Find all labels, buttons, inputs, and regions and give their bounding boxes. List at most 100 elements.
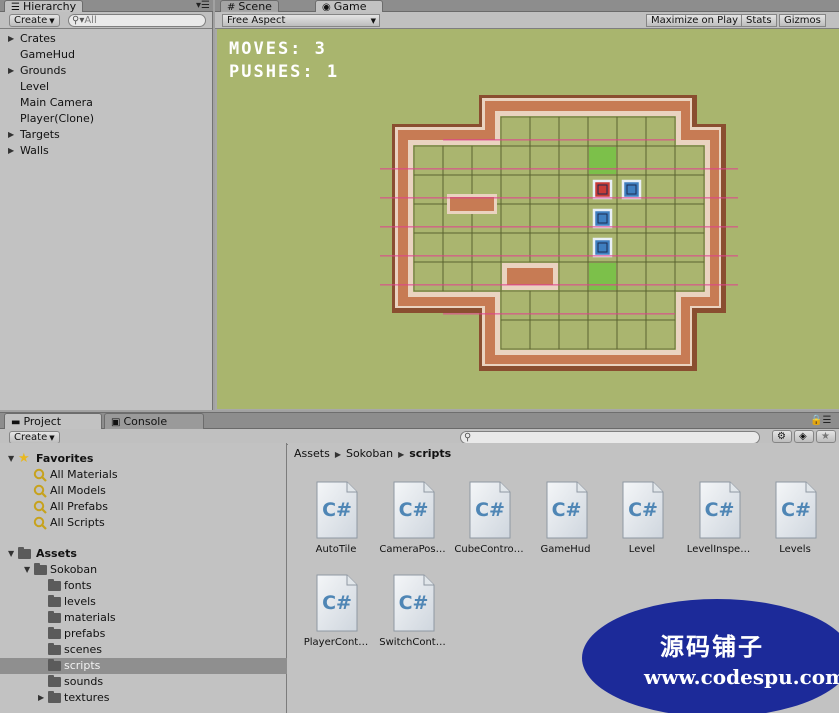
folder-item-textures[interactable]: ▶ textures: [0, 690, 287, 706]
floor-tile: [645, 174, 676, 205]
stats-button[interactable]: Stats: [741, 14, 777, 27]
floor-tile: [558, 116, 589, 147]
favorite-item[interactable]: All Models: [0, 483, 287, 499]
floor-tile: [674, 232, 705, 263]
csharp-badge: C#: [475, 499, 505, 521]
expand-arrow-icon[interactable]: ▶: [8, 63, 14, 79]
favorite-item[interactable]: All Scripts: [0, 515, 287, 531]
expand-arrow-icon[interactable]: ▼: [24, 562, 30, 578]
expand-arrow-icon[interactable]: ▶: [8, 143, 14, 159]
gizmos-button[interactable]: Gizmos: [779, 14, 826, 27]
floor-tile: [500, 232, 531, 263]
csharp-badge: C#: [398, 499, 429, 521]
csharp-badge: C#: [781, 499, 811, 521]
sokoban-folder[interactable]: ▼ Sokoban: [0, 562, 287, 578]
hierarchy-panel: ☰ Hierarchy ▾☰ Create ▼ ⚲▾All ▶ Crates GameH…: [0, 0, 213, 410]
floor-tile: [500, 116, 531, 147]
folder-icon: [48, 579, 61, 591]
favorite-item[interactable]: All Materials: [0, 467, 287, 483]
breadcrumb-item[interactable]: Assets: [294, 447, 330, 460]
hierarchy-item[interactable]: Level: [0, 79, 212, 95]
lock-icon[interactable]: 🔒☰: [810, 415, 831, 426]
floor-tile: [442, 261, 473, 292]
tab-console[interactable]: ▣ Console: [104, 413, 204, 430]
folder-icon: [48, 611, 61, 623]
csharp-script-icon: C#: [393, 574, 435, 632]
game-viewport[interactable]: MOVES: 3 PUSHES: 1: [217, 29, 839, 409]
blue-crate: [592, 237, 613, 258]
floor-tile: [500, 203, 531, 234]
game-toolbar: Free Aspect ▼ Maximize on Play Stats Giz…: [215, 12, 839, 29]
hierarchy-item[interactable]: Main Camera: [0, 95, 212, 111]
script-asset[interactable]: C# AutoTile: [298, 481, 374, 567]
breadcrumb-item[interactable]: Sokoban: [346, 447, 393, 460]
filter-by-label-icon[interactable]: ◈: [794, 430, 814, 443]
asset-name: GameHud: [540, 544, 591, 555]
game-panel: # Scene ◉ Game Free Aspect ▼ Maximize on P…: [215, 0, 839, 410]
script-asset[interactable]: C# GameHud: [528, 481, 604, 567]
hierarchy-item[interactable]: ▶ Targets: [0, 127, 212, 143]
aspect-label: Free Aspect: [227, 15, 286, 26]
folder-item-sounds[interactable]: sounds: [0, 674, 287, 690]
maximize-on-play-button[interactable]: Maximize on Play: [646, 14, 744, 27]
asset-name: Levels: [779, 544, 811, 555]
folder-item-levels-label: levels: [64, 595, 96, 608]
folder-item-levels[interactable]: levels: [0, 594, 287, 610]
script-asset[interactable]: C# Levels: [757, 481, 833, 567]
hierarchy-item[interactable]: ▶ Crates: [0, 31, 212, 47]
expand-arrow-icon[interactable]: ▶: [38, 690, 44, 706]
script-asset[interactable]: C# SwitchCont…: [375, 574, 451, 660]
floor-tile: [413, 174, 444, 205]
script-asset[interactable]: C# CubeContro…: [451, 481, 527, 567]
filter-by-type-icon[interactable]: ⚙: [772, 430, 792, 443]
expand-arrow-icon[interactable]: ▼: [8, 451, 14, 467]
watermark-title: 源码铺子: [660, 633, 764, 661]
assets-header-label: Assets: [36, 547, 77, 560]
aspect-dropdown[interactable]: Free Aspect ▼: [222, 14, 380, 27]
floor-tile: [616, 203, 647, 234]
folder-icon: [48, 691, 61, 703]
hierarchy-item[interactable]: ▶ Grounds: [0, 63, 212, 79]
script-asset[interactable]: C# CameraPos…: [375, 481, 451, 567]
floor-tile: [616, 319, 647, 350]
hierarchy-create-button[interactable]: Create ▼: [9, 14, 60, 27]
favorite-item[interactable]: All Prefabs: [0, 499, 287, 515]
assets-header[interactable]: ▼ Assets: [0, 546, 287, 562]
folder-item-fonts[interactable]: fonts: [0, 578, 287, 594]
hierarchy-toolbar: Create ▼ ⚲▾All: [0, 12, 212, 29]
folder-item-prefabs[interactable]: prefabs: [0, 626, 287, 642]
hierarchy-item[interactable]: GameHud: [0, 47, 212, 63]
chevron-down-icon: ▼: [370, 17, 376, 25]
folder-item-textures-label: textures: [64, 691, 110, 704]
tab-project-label: Project: [23, 415, 62, 428]
floor-tile: [587, 116, 618, 147]
floor-tile: [616, 116, 647, 147]
script-asset[interactable]: C# Level: [604, 481, 680, 567]
script-asset[interactable]: C# LevelInspe…: [681, 481, 757, 567]
expand-arrow-icon[interactable]: ▼: [8, 546, 14, 562]
favorite-star-icon[interactable]: ★: [816, 430, 836, 443]
expand-arrow-icon[interactable]: ▶: [8, 127, 14, 143]
favorites-header[interactable]: ▼ ★ Favorites: [0, 451, 287, 467]
folder-item-materials[interactable]: materials: [0, 610, 287, 626]
breadcrumb-item[interactable]: scripts: [409, 447, 451, 460]
folder-icon: [48, 659, 61, 671]
search-icon: ⚲: [464, 432, 472, 443]
expand-arrow-icon[interactable]: ▶: [8, 31, 14, 47]
asset-name: SwitchCont…: [379, 637, 446, 648]
folder-item-scripts[interactable]: scripts: [0, 658, 287, 674]
blue-crate: [621, 179, 642, 200]
floor-tile: [413, 261, 444, 292]
hierarchy-item[interactable]: Player(Clone): [0, 111, 212, 127]
folder-item-prefabs-label: prefabs: [64, 627, 106, 640]
hierarchy-search-input[interactable]: ⚲▾All: [68, 14, 206, 27]
asset-name: Level: [628, 544, 656, 555]
hierarchy-item[interactable]: ▶ Walls: [0, 143, 212, 159]
tab-project[interactable]: ▬ Project: [4, 413, 102, 430]
script-asset[interactable]: C# PlayerCont…: [298, 574, 374, 660]
folder-item-scenes[interactable]: scenes: [0, 642, 287, 658]
target-tile: [589, 263, 616, 290]
csharp-script-icon: C#: [393, 481, 435, 539]
hierarchy-item-label: Main Camera: [20, 96, 93, 109]
panel-menu-icon[interactable]: ▾☰: [196, 0, 210, 11]
